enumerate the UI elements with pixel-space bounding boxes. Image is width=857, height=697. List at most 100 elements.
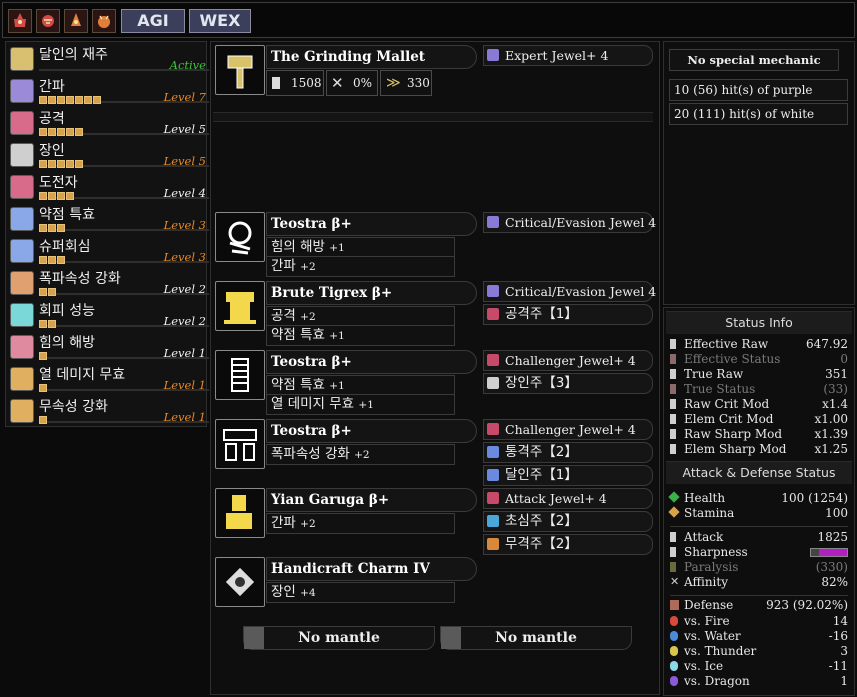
- skill-row[interactable]: 폭파속성 강화 Level 2: [9, 268, 209, 298]
- skill-level: Level 1: [163, 378, 206, 392]
- separator: [213, 112, 653, 122]
- decoration-slot[interactable]: Challenger Jewel+ 4: [483, 419, 653, 440]
- armor-name[interactable]: Teostra β+: [266, 350, 477, 374]
- skill-row[interactable]: 달인의 재주 Active: [9, 44, 209, 74]
- attack-defense-header: Attack & Defense Status: [666, 461, 852, 484]
- wex-tag[interactable]: WEX: [189, 9, 251, 33]
- decoration-slot[interactable]: 통격주【2】: [483, 442, 653, 463]
- skill-pips: [39, 384, 48, 392]
- decoration-slot[interactable]: Attack Jewel+ 4: [483, 488, 653, 509]
- armor-skill: 공격 +2: [266, 306, 455, 327]
- decoration-slot[interactable]: Challenger Jewel+ 4: [483, 350, 653, 371]
- skill-row[interactable]: 간파 Level 7: [9, 76, 209, 106]
- stamina-icon: [668, 506, 680, 518]
- sharpness-bar: [810, 548, 848, 557]
- weapon-deco[interactable]: Expert Jewel+ 4: [483, 45, 653, 66]
- armor-name[interactable]: Handicraft Charm IV: [266, 557, 477, 581]
- skill-pip: [39, 256, 47, 264]
- jewel-icon: [487, 216, 499, 228]
- decoration-slot[interactable]: 장인주【3】: [483, 373, 653, 394]
- decoration-slot[interactable]: 공격주【1】: [483, 304, 653, 325]
- hammer-icon: [215, 45, 265, 95]
- sharpness-icon: [670, 547, 676, 557]
- skill-icon: [10, 271, 34, 295]
- skill-pip: [66, 96, 74, 104]
- status-info-header: Status Info: [666, 311, 852, 334]
- health-row: Health 100 (1254): [668, 491, 848, 506]
- waist-icon: [215, 419, 265, 469]
- skill-name: 슈퍼회심: [39, 239, 91, 255]
- armor-name[interactable]: Teostra β+: [266, 212, 477, 236]
- skill-pip: [75, 96, 83, 104]
- armor-skill: 간파 +2: [266, 513, 455, 534]
- skill-pip: [84, 96, 92, 104]
- skill-row[interactable]: 열 데미지 무효 Level 1: [9, 364, 209, 394]
- skill-pips: [39, 352, 48, 360]
- decoration-slot[interactable]: Critical/Evasion Jewel 4: [483, 281, 656, 302]
- armor-name[interactable]: Yian Garuga β+: [266, 488, 477, 512]
- skill-pip: [57, 160, 65, 168]
- weapon-element-value: 330: [407, 76, 430, 90]
- skill-pip: [48, 160, 56, 168]
- chest-icon: [215, 281, 265, 331]
- paralysis-icon: [670, 562, 676, 572]
- status-panel: Status Info Effective Raw 647.92 Effective…: [663, 307, 855, 696]
- skill-level: Level 1: [163, 410, 206, 424]
- armor-name[interactable]: Teostra β+: [266, 419, 477, 443]
- skill-name: 열 데미지 무효: [39, 367, 126, 383]
- status-row: True Raw 351: [670, 367, 848, 382]
- skill-icon: [10, 239, 34, 263]
- skill-level: Level 7: [163, 90, 206, 104]
- charm-icon: [215, 557, 265, 607]
- jewel-icon: [487, 377, 499, 389]
- decoration-slot[interactable]: Critical/Evasion Jewel 4: [483, 212, 656, 233]
- skill-level: Level 2: [163, 282, 206, 296]
- mantle-slot-1[interactable]: No mantle: [243, 626, 435, 650]
- weapon-attack-value: 1508: [291, 76, 322, 90]
- decoration-slot[interactable]: 무격주【2】: [483, 534, 653, 555]
- mechanic-line: 10 (56) hit(s) of purple: [669, 79, 848, 101]
- jewel-icon: [487, 354, 499, 366]
- skill-row[interactable]: 슈퍼회심 Level 3: [9, 236, 209, 266]
- resistance-row: vs. Water -16: [670, 629, 848, 644]
- skill-row[interactable]: 약점 특효 Level 3: [9, 204, 209, 234]
- jewel-icon: [487, 423, 499, 435]
- stat-icon: [670, 354, 676, 364]
- skill-pip: [48, 224, 56, 232]
- affinity-icon: ✕: [670, 575, 680, 588]
- agi-tag[interactable]: AGI: [121, 9, 185, 33]
- skill-pip: [39, 384, 47, 392]
- element-icon: [670, 676, 678, 686]
- jewel-icon: [487, 469, 499, 481]
- skill-row[interactable]: 힘의 해방 Level 1: [9, 332, 209, 362]
- skill-row[interactable]: 무속성 강화 Level 1: [9, 396, 209, 426]
- weapon-attack: 1508: [266, 70, 324, 96]
- jewel-icon: [487, 49, 499, 61]
- skill-row[interactable]: 회피 성능 Level 2: [9, 300, 209, 330]
- skill-row[interactable]: 도전자 Level 4: [9, 172, 209, 202]
- decoration-slot[interactable]: 초심주【2】: [483, 511, 653, 532]
- top-bar: AGI WEX: [2, 2, 855, 38]
- skill-name: 힘의 해방: [39, 335, 95, 351]
- skill-pip: [75, 128, 83, 136]
- skill-icon: [10, 367, 34, 391]
- skill-icon: [10, 111, 34, 135]
- weapon-name[interactable]: The Grinding Mallet: [266, 45, 477, 69]
- stat-icon: [670, 414, 676, 424]
- skill-level: Active: [169, 58, 206, 72]
- armor-name[interactable]: Brute Tigrex β+: [266, 281, 477, 305]
- attack-row: Attack 1825: [670, 530, 848, 545]
- skill-icon: [10, 207, 34, 231]
- skill-pip: [39, 416, 47, 424]
- skill-pips: [39, 128, 84, 136]
- skill-row[interactable]: 공격 Level 5: [9, 108, 209, 138]
- skill-pip: [48, 96, 56, 104]
- skill-pip: [39, 224, 47, 232]
- mechanic-title: No special mechanic: [669, 49, 839, 71]
- skill-level: Level 3: [163, 250, 206, 264]
- skill-pips: [39, 288, 57, 296]
- mantle-slot-2[interactable]: No mantle: [440, 626, 632, 650]
- decoration-slot[interactable]: 달인주【1】: [483, 465, 653, 486]
- skill-row[interactable]: 장인 Level 5: [9, 140, 209, 170]
- jewel-icon: [487, 515, 499, 527]
